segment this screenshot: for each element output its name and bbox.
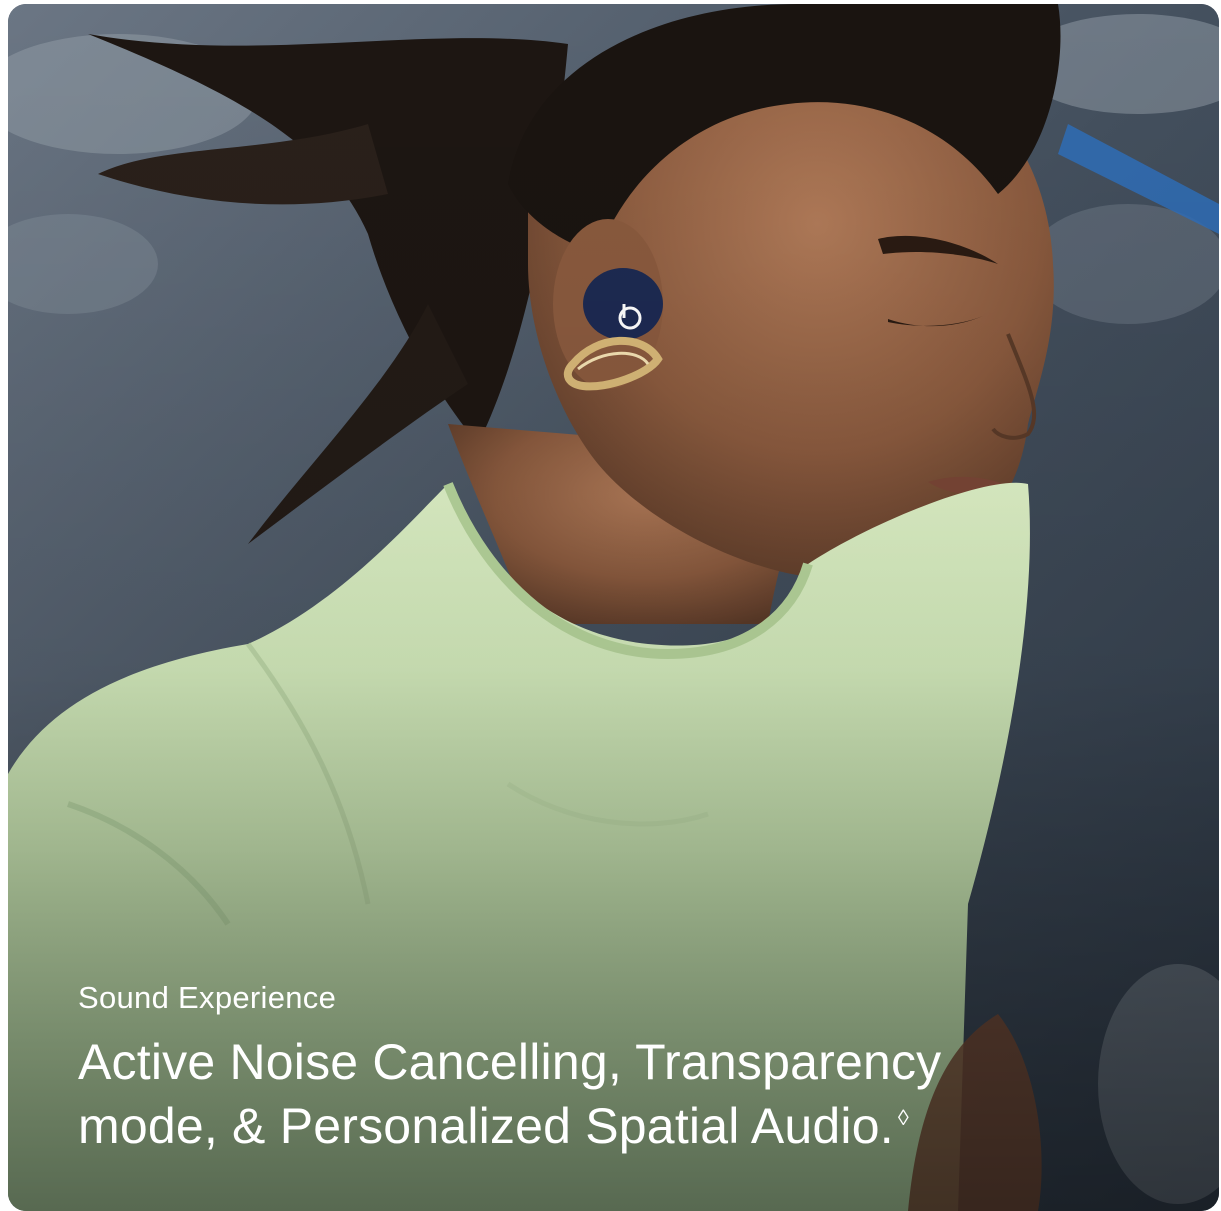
- headline-line-2-text: mode, & Personalized Spatial Audio.: [78, 1098, 894, 1154]
- eyebrow-label: Sound Experience: [78, 980, 337, 1015]
- headline: Active Noise Cancelling, Transparency mo…: [78, 1030, 1078, 1158]
- headline-line-1: Active Noise Cancelling, Transparency: [78, 1034, 942, 1090]
- caption: Sound Experience Active Noise Cancelling…: [78, 976, 1078, 1158]
- footnote-marker[interactable]: ◊: [898, 1105, 909, 1130]
- feature-card: Sound Experience Active Noise Cancelling…: [8, 4, 1219, 1211]
- headline-line-2: mode, & Personalized Spatial Audio. ◊: [78, 1094, 1078, 1158]
